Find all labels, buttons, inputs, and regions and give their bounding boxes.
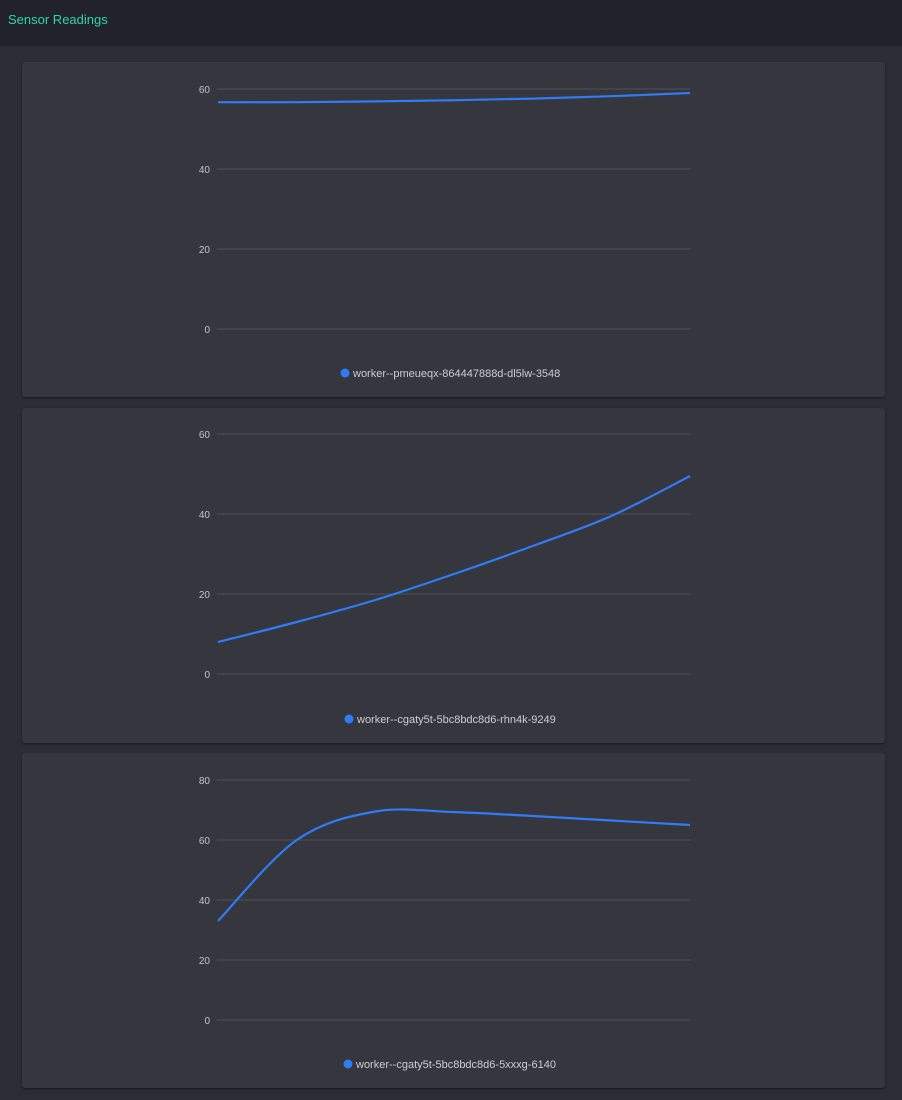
y-tick-label: 0: [204, 1016, 210, 1027]
legend-label: worker--cgaty5t-5bc8bdc8d6-5xxxg-6140: [355, 1059, 556, 1071]
y-tick-label: 80: [199, 776, 211, 787]
legend-item[interactable]: worker--cgaty5t-5bc8bdc8d6-rhn4k-9249: [344, 714, 556, 726]
gridlines: [217, 88, 690, 330]
gridlines: [217, 433, 690, 675]
legend-label: worker--pmeueqx-864447888d-dl5lw-3548: [352, 368, 560, 380]
line-chart: 80 60 40 20 0 worker--cgaty5t-5bc8bdc8d6…: [199, 776, 691, 1071]
series-line: [217, 475, 691, 644]
y-tick-label: 40: [199, 896, 211, 907]
y-tick-label: 0: [204, 670, 210, 681]
chart-card: 60 40 20 0 worker--pmeueqx-864447888d-dl…: [22, 62, 885, 397]
y-tick-label: 20: [199, 590, 211, 601]
line-chart: 60 40 20 0 worker--cgaty5t-5bc8bdc8d6-rh…: [199, 430, 691, 726]
top-app-bar: Sensor Readings: [0, 0, 902, 46]
y-tick-label: 60: [199, 836, 211, 847]
y-axis: 80 60 40 20 0: [199, 776, 211, 1027]
y-tick-label: 60: [199, 430, 211, 441]
y-tick-label: 0: [204, 325, 210, 336]
y-axis: 60 40 20 0: [199, 85, 211, 336]
legend-dot-icon: [343, 1059, 353, 1069]
line-chart: 60 40 20 0 worker--pmeueqx-864447888d-dl…: [199, 85, 691, 380]
y-axis: 60 40 20 0: [199, 430, 211, 681]
y-tick-label: 40: [199, 510, 211, 521]
chart-card: 80 60 40 20 0 worker--cgaty5t-5bc8bdc8d6…: [22, 753, 885, 1088]
legend-dot-icon: [340, 368, 350, 378]
legend-dot-icon: [344, 714, 354, 724]
y-tick-label: 20: [199, 245, 211, 256]
gridlines: [217, 779, 690, 1021]
series-line: [217, 91, 691, 104]
legend-item[interactable]: worker--pmeueqx-864447888d-dl5lw-3548: [340, 368, 561, 380]
chart-card: 60 40 20 0 worker--cgaty5t-5bc8bdc8d6-rh…: [22, 408, 885, 743]
legend-label: worker--cgaty5t-5bc8bdc8d6-rhn4k-9249: [356, 714, 556, 726]
y-tick-label: 40: [199, 165, 211, 176]
y-tick-label: 20: [199, 956, 211, 967]
series-line: [217, 808, 691, 922]
legend-item[interactable]: worker--cgaty5t-5bc8bdc8d6-5xxxg-6140: [343, 1059, 556, 1071]
app-title: Sensor Readings: [8, 12, 108, 27]
y-tick-label: 60: [199, 85, 211, 96]
